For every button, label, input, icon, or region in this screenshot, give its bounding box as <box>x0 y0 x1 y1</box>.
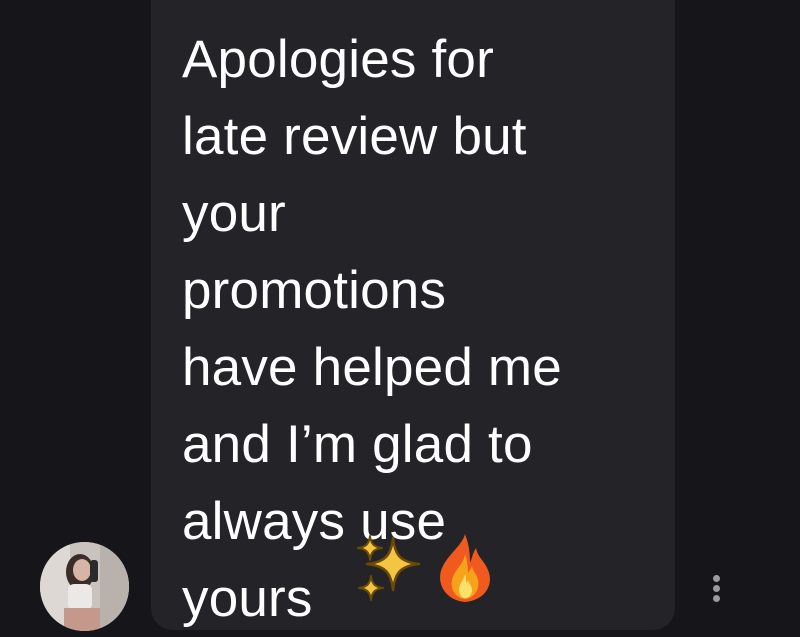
chat-area: Apologies for late review but your promo… <box>0 0 800 635</box>
avatar[interactable] <box>40 542 129 631</box>
dot <box>712 594 720 602</box>
message-line: promotions <box>182 261 447 320</box>
message-line: your <box>182 184 286 243</box>
dot <box>712 584 720 592</box>
message-line: yours <box>182 569 313 628</box>
message-line: Apologies for <box>182 30 494 89</box>
fire-icon <box>432 532 498 609</box>
message-line: and I’m glad to <box>182 415 533 474</box>
message-line: have helped me <box>182 338 562 397</box>
more-options-icon[interactable] <box>704 566 728 610</box>
dot <box>712 574 720 582</box>
message-line: late review but <box>182 107 527 166</box>
sparkles-icon <box>355 532 427 609</box>
